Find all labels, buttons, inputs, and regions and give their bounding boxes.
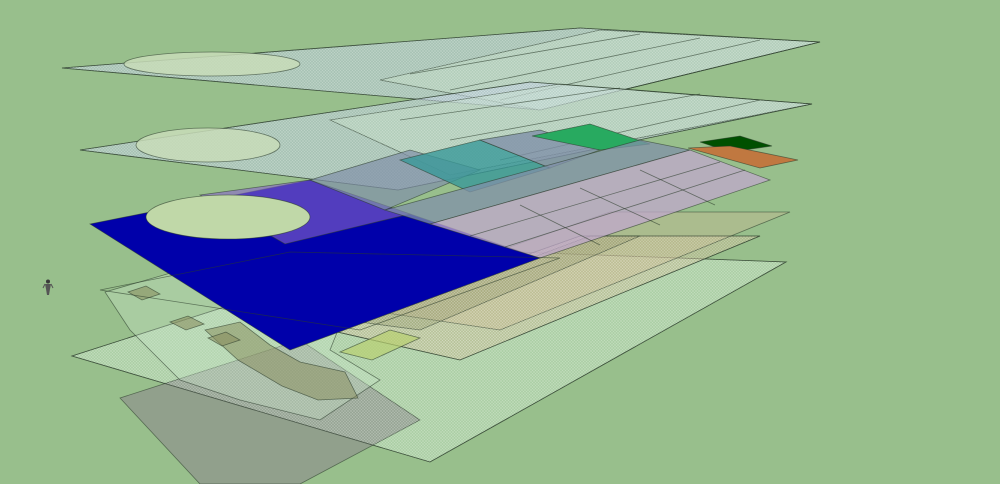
model-scene[interactable] xyxy=(0,0,1000,484)
roof-opening[interactable] xyxy=(123,51,301,77)
3d-viewport[interactable] xyxy=(0,0,1000,484)
person-icon[interactable] xyxy=(42,279,54,295)
upper-floor-opening[interactable] xyxy=(135,127,281,163)
main-floor-opening[interactable] xyxy=(145,194,311,240)
